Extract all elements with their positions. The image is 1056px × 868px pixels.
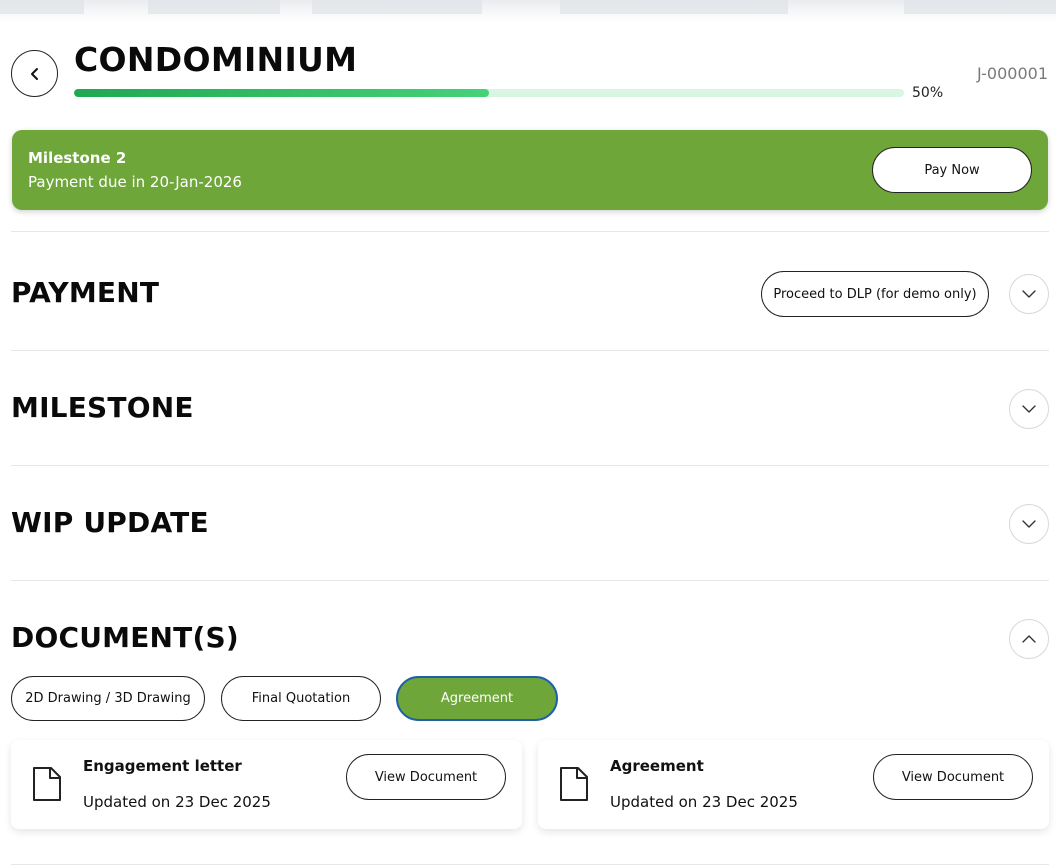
doc-tab-drawing[interactable]: 2D Drawing / 3D Drawing	[11, 676, 205, 721]
document-name: Engagement letter	[83, 757, 242, 775]
divider	[11, 231, 1049, 232]
doc-tab-final-quotation[interactable]: Final Quotation	[221, 676, 381, 721]
divider	[11, 580, 1049, 581]
document-icon	[560, 767, 588, 801]
banner-subtitle: Payment due in 20-Jan-2026	[28, 173, 242, 191]
pay-now-button[interactable]: Pay Now	[872, 147, 1032, 193]
image-segment	[148, 0, 280, 14]
chevron-down-icon	[1022, 405, 1036, 413]
document-updated-date: Updated on 23 Dec 2025	[610, 793, 798, 811]
expand-payment-button[interactable]	[1009, 274, 1049, 314]
view-document-button[interactable]: View Document	[346, 754, 506, 800]
payment-due-banner: Milestone 2 Payment due in 20-Jan-2026 P…	[12, 130, 1048, 210]
document-name: Agreement	[610, 757, 704, 775]
banner-title: Milestone 2	[28, 149, 127, 167]
section-title-wip-update: WIP UPDATE	[11, 506, 209, 539]
document-icon	[33, 767, 61, 801]
project-progress-bar	[74, 89, 904, 97]
divider	[11, 350, 1049, 351]
back-button[interactable]	[11, 50, 58, 97]
image-segment	[560, 0, 788, 14]
document-card: Engagement letter Updated on 23 Dec 2025…	[11, 740, 522, 829]
progress-percent-label: 50%	[912, 85, 944, 101]
progress-fill	[74, 89, 489, 97]
expand-milestone-button[interactable]	[1009, 389, 1049, 429]
job-id: J-000001	[977, 64, 1048, 83]
divider	[11, 864, 1049, 865]
proceed-to-dlp-button[interactable]: Proceed to DLP (for demo only)	[761, 271, 989, 317]
image-segment	[904, 0, 1056, 14]
document-card: Agreement Updated on 23 Dec 2025 View Do…	[538, 740, 1049, 829]
collapse-documents-button[interactable]	[1009, 619, 1049, 659]
chevron-down-icon	[1022, 290, 1036, 298]
chevron-up-icon	[1022, 635, 1036, 643]
document-updated-date: Updated on 23 Dec 2025	[83, 793, 271, 811]
section-title-payment: PAYMENT	[11, 276, 160, 309]
chevron-down-icon	[1022, 520, 1036, 528]
page-title: CONDOMINIUM	[74, 40, 358, 79]
doc-tab-agreement[interactable]: Agreement	[396, 676, 558, 721]
section-title-documents: DOCUMENT(S)	[11, 621, 239, 654]
section-title-milestone: MILESTONE	[11, 391, 194, 424]
image-segment	[0, 0, 84, 14]
image-segment	[312, 0, 482, 14]
header-image-strip	[0, 0, 1056, 22]
chevron-left-icon	[30, 67, 38, 80]
view-document-button[interactable]: View Document	[873, 754, 1033, 800]
expand-wip-update-button[interactable]	[1009, 504, 1049, 544]
divider	[11, 465, 1049, 466]
